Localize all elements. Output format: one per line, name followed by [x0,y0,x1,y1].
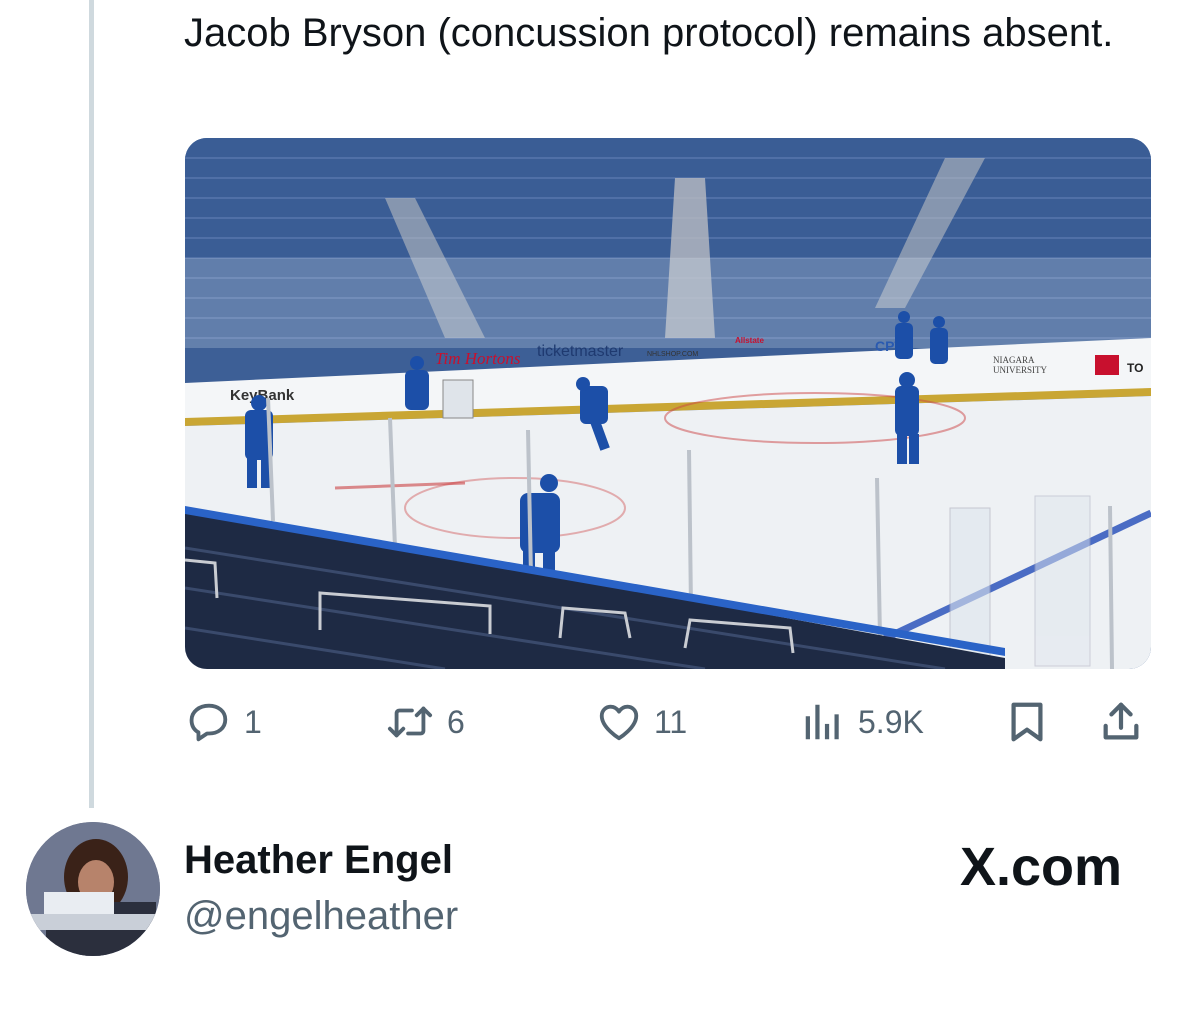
avatar-photo [26,822,160,956]
reply-count: 1 [244,703,262,740]
repost-button[interactable]: 6 [385,690,465,754]
reply-icon [186,699,232,745]
author-handle[interactable]: @engelheather [184,894,458,939]
reply-button[interactable]: 1 [186,690,262,754]
ad-allstate: Allstate [735,336,764,345]
avatar[interactable] [26,822,160,956]
ad-niagara: NIAGARA [993,355,1035,365]
tweet-text: Jacob Bryson (concussion protocol) remai… [184,11,1114,55]
share-button[interactable] [1098,690,1144,754]
bookmark-icon [1004,699,1050,745]
tweet-media-image[interactable]: KeyBank Tim Hortons ticketmaster NHLSHOP… [185,138,1151,669]
author-name[interactable]: Heather Engel [184,838,453,883]
views-button[interactable]: 5.9K [800,690,924,754]
share-icon [1098,699,1144,745]
tweet-actions-bar: 1 6 11 5.9K [0,690,1179,760]
x-com-logo: X.com [959,837,1122,897]
like-button[interactable]: 11 [596,690,687,754]
ad-ticketmaster: ticketmaster [537,343,624,360]
repost-icon [385,699,435,745]
ad-nhlshop: NHLSHOP.COM [647,351,698,358]
ad-toyota: TO [1127,361,1143,375]
bookmark-button[interactable] [1004,690,1050,754]
author-card: Heather Engel @engelheather X.com [26,822,1156,962]
hockey-practice-photo: KeyBank Tim Hortons ticketmaster NHLSHOP… [185,138,1151,669]
thread-line [89,0,94,808]
views-count: 5.9K [858,703,924,740]
views-bars-icon [800,699,846,745]
repost-count: 6 [447,703,465,740]
ad-niagara-2: UNIVERSITY [993,365,1047,375]
heart-icon [596,699,642,745]
like-count: 11 [654,703,688,740]
ad-tims: Tim Hortons [435,349,521,368]
